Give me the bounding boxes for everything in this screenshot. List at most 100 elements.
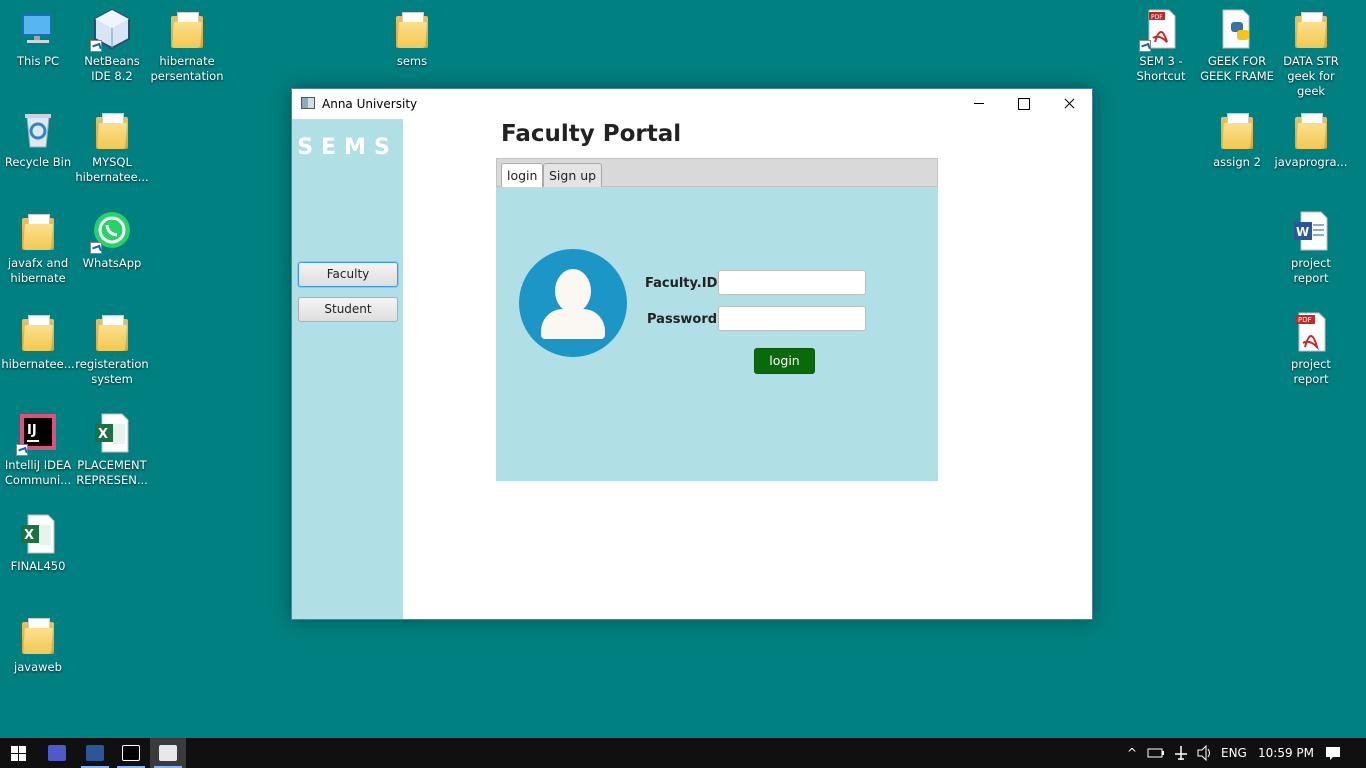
svg-text:PDF: PDF [1151,14,1163,21]
folder-icon [1217,109,1257,151]
pdf-icon: PDF [1291,311,1331,353]
desktop-icon-label: javaweb [14,660,62,674]
svg-text:X: X [98,427,108,442]
shortcut-arrow-icon [90,242,102,254]
taskbar-app-java[interactable] [150,738,186,768]
desktop-icon-label: javafx and hibernate [7,256,69,285]
shortcut-arrow-icon [1139,40,1151,52]
svg-text:PDF: PDF [1298,316,1312,324]
tab-sign-up[interactable]: Sign up [543,163,603,188]
folder-icon [92,109,132,151]
desktop-icon-registeration[interactable]: registeration system [74,311,150,387]
folder-icon [18,311,58,353]
folder-icon [1291,8,1331,50]
desktop-icon-sem3-shortcut[interactable]: PDF SEM 3 - Shortcut [1123,8,1199,84]
desktop-icon-whatsapp[interactable]: WhatsApp [74,210,150,271]
show-hidden-icons-chevron-icon[interactable]: ^ [1126,738,1138,768]
start-button[interactable] [0,738,36,768]
language-indicator[interactable]: ENG [1221,738,1247,768]
taskbar-app-teams[interactable] [39,738,75,768]
desktop-icon-javafx-hibernate[interactable]: javafx and hibernate [0,210,76,286]
folder-icon [392,8,432,50]
folder-icon [92,311,132,353]
desktop-icon-this-pc[interactable]: This PC [0,8,76,69]
desktop-icon-label: PLACEMENT REPRESEN... [76,458,148,487]
shortcut-arrow-icon [16,444,28,456]
desktop-icon-label: WhatsApp [82,256,142,270]
pdf-icon: PDF [1139,8,1181,52]
faculty-id-input[interactable] [718,270,866,295]
word-icon: W [1291,210,1331,252]
desktop-icon-label: This PC [16,54,60,68]
desktop-icon-hibernatee[interactable]: hibernatee... [0,311,76,372]
login-form-panel: Faculty.ID Password login [496,187,938,481]
volume-icon[interactable] [1196,738,1214,768]
password-input[interactable] [718,306,866,331]
faculty-id-label: Faculty.ID [645,276,718,291]
desktop-icon-label: project report [1291,256,1331,285]
desktop-icon-netbeans[interactable]: NetBeans IDE 8.2 [74,8,150,84]
battery-icon[interactable] [1147,738,1165,768]
minimize-button[interactable] [956,89,1002,119]
desktop-icon-geek-frame[interactable]: GEEK FOR GEEK FRAME [1199,8,1275,84]
windows-logo-icon [11,746,26,761]
desktop-icon-recycle-bin[interactable]: Recycle Bin [0,109,76,170]
desktop-icon-label: GEEK FOR GEEK FRAME [1200,54,1274,83]
desktop-icon-placement[interactable]: X PLACEMENT REPRESEN... [74,412,150,488]
desktop-icon-data-str[interactable]: DATA STR geek for geek [1273,8,1349,99]
svg-text:X: X [24,528,34,543]
folder-icon [18,614,58,656]
sidebar: SEMS Faculty Student [292,119,403,619]
page-title: Faculty Portal [501,121,682,147]
desktop-icon-javaprogra[interactable]: javaprogra... [1273,109,1349,170]
student-button[interactable]: Student [298,297,398,322]
desktop-icon-mysql-hibernate[interactable]: MYSQL hibernatee... [74,109,150,185]
desktop-icon-label: IntelliJ IDEA Communi... [4,458,72,487]
clock[interactable]: 10:59 PM [1258,738,1314,768]
tab-login[interactable]: login [501,163,544,188]
desktop-icon-final450[interactable]: X FINAL450 [0,513,76,574]
python-file-icon [1217,8,1257,50]
airplane-mode-icon[interactable] [1172,738,1190,768]
desktop-icon-label: DATA STR geek for geek [1283,54,1339,98]
svg-text:W: W [1296,225,1309,239]
word-icon [86,745,104,761]
login-button[interactable]: login [754,348,815,374]
java-icon [159,745,177,761]
user-avatar-icon [519,249,627,357]
teams-icon [48,745,66,761]
maximize-button[interactable] [1000,89,1046,119]
excel-icon: X [18,513,58,555]
taskbar-app-word[interactable] [77,738,113,768]
folder-icon [167,8,207,50]
desktop-icon-label: javaprogra... [1274,155,1348,169]
folder-icon [1291,109,1331,151]
desktop-icon-project-report-pdf[interactable]: PDF project report [1273,311,1349,387]
desktop-icon-label: hibernate persentation [150,54,224,83]
taskbar: ^ ENG 10:59 PM [0,738,1366,768]
faculty-button[interactable]: Faculty [298,262,398,287]
desktop-icon-hibernate-persentation[interactable]: hibernate persentation [149,8,225,84]
intellij-icon [122,745,140,761]
window-title: Anna University [322,97,418,111]
desktop-icon-project-report-word[interactable]: W project report [1273,210,1349,286]
whatsapp-icon [90,210,132,254]
anna-university-window: Anna University SEMS Faculty Student Fac… [291,88,1093,620]
desktop-icon-label: NetBeans IDE 8.2 [84,54,140,83]
title-bar[interactable]: Anna University [292,89,1092,119]
desktop-icon-label: assign 2 [1213,155,1261,169]
tab-header: login Sign up [496,158,938,188]
desktop-icon-label: Recycle Bin [4,155,72,169]
desktop-icon-label: sems [396,54,428,68]
desktop-icon-label: MYSQL hibernatee... [75,155,149,184]
notification-center-icon[interactable] [1324,738,1342,768]
desktop-icon-javaweb[interactable]: javaweb [0,614,76,675]
desktop-icon-intellij[interactable]: IJ IntelliJ IDEA Communi... [0,412,76,488]
close-button[interactable] [1046,89,1092,119]
desktop-icon-sems[interactable]: sems [374,8,450,69]
desktop-icon-assign2[interactable]: assign 2 [1199,109,1275,170]
this-pc-icon [18,8,58,50]
shortcut-arrow-icon [90,40,102,52]
excel-icon: X [92,412,132,454]
taskbar-app-intellij[interactable] [113,738,149,768]
